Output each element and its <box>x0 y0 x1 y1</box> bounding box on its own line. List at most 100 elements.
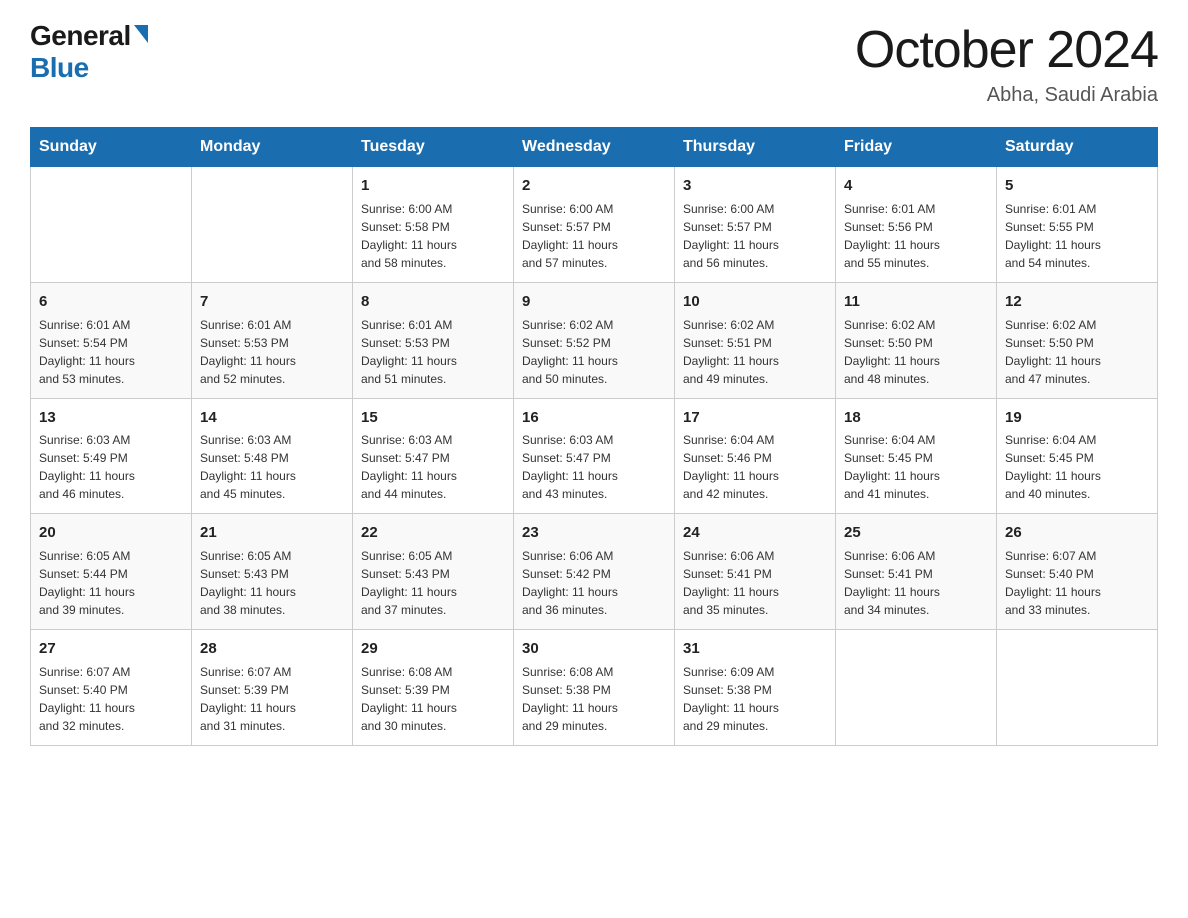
day-number: 23 <box>522 522 666 544</box>
calendar-week-row: 27Sunrise: 6:07 AM Sunset: 5:40 PM Dayli… <box>31 630 1158 746</box>
day-number: 26 <box>1005 522 1149 544</box>
day-info: Sunrise: 6:02 AM Sunset: 5:52 PM Dayligh… <box>522 316 666 388</box>
calendar-cell: 14Sunrise: 6:03 AM Sunset: 5:48 PM Dayli… <box>192 398 353 514</box>
day-info: Sunrise: 6:02 AM Sunset: 5:50 PM Dayligh… <box>1005 316 1149 388</box>
day-number: 6 <box>39 291 183 313</box>
day-info: Sunrise: 6:03 AM Sunset: 5:47 PM Dayligh… <box>361 431 505 503</box>
day-number: 1 <box>361 175 505 197</box>
calendar-cell: 20 Sunrise: 6:05 AM Sunset: 5:44 PM Dayli… <box>31 514 192 630</box>
day-info: Sunrise: 6:04 AM Sunset: 5:45 PM Dayligh… <box>844 431 988 503</box>
calendar-cell: 16Sunrise: 6:03 AM Sunset: 5:47 PM Dayli… <box>514 398 675 514</box>
calendar-cell: 22 Sunrise: 6:05 AM Sunset: 5:43 PM Dayli… <box>353 514 514 630</box>
logo-triangle-icon <box>134 25 148 43</box>
title-section: October 2024 Abha, Saudi Arabia <box>855 20 1158 107</box>
day-number: 30 <box>522 638 666 660</box>
calendar-cell: 30 Sunrise: 6:08 AM Sunset: 5:38 PM Dayli… <box>514 630 675 746</box>
calendar-week-row: 1 Sunrise: 6:00 AM Sunset: 5:58 PM Daylig… <box>31 167 1158 283</box>
day-number: 9 <box>522 291 666 313</box>
day-number: 8 <box>361 291 505 313</box>
calendar-cell: 13Sunrise: 6:03 AM Sunset: 5:49 PM Dayli… <box>31 398 192 514</box>
day-info: Sunrise: 6:05 AM Sunset: 5:43 PM Dayligh… <box>200 547 344 619</box>
calendar-cell: 25Sunrise: 6:06 AM Sunset: 5:41 PM Dayli… <box>836 514 997 630</box>
day-number: 20 <box>39 522 183 544</box>
column-header-thursday: Thursday <box>675 128 836 167</box>
day-info: Sunrise: 6:01 AM Sunset: 5:53 PM Dayligh… <box>200 316 344 388</box>
day-info: Sunrise: 6:01 AM Sunset: 5:56 PM Dayligh… <box>844 200 988 272</box>
calendar-cell <box>192 167 353 283</box>
day-info: Sunrise: 6:01 AM Sunset: 5:54 PM Dayligh… <box>39 316 183 388</box>
day-number: 24 <box>683 522 827 544</box>
calendar-cell: 18Sunrise: 6:04 AM Sunset: 5:45 PM Dayli… <box>836 398 997 514</box>
day-number: 27 <box>39 638 183 660</box>
day-number: 17 <box>683 407 827 429</box>
day-number: 15 <box>361 407 505 429</box>
calendar-table: SundayMondayTuesdayWednesdayThursdayFrid… <box>30 127 1158 746</box>
day-info: Sunrise: 6:08 AM Sunset: 5:39 PM Dayligh… <box>361 663 505 735</box>
day-number: 11 <box>844 291 988 313</box>
day-info: Sunrise: 6:08 AM Sunset: 5:38 PM Dayligh… <box>522 663 666 735</box>
day-number: 18 <box>844 407 988 429</box>
column-header-friday: Friday <box>836 128 997 167</box>
page-header: General Blue October 2024 Abha, Saudi Ar… <box>30 20 1158 107</box>
calendar-cell: 23Sunrise: 6:06 AM Sunset: 5:42 PM Dayli… <box>514 514 675 630</box>
day-number: 5 <box>1005 175 1149 197</box>
day-info: Sunrise: 6:03 AM Sunset: 5:48 PM Dayligh… <box>200 431 344 503</box>
calendar-cell: 31Sunrise: 6:09 AM Sunset: 5:38 PM Dayli… <box>675 630 836 746</box>
calendar-cell: 19Sunrise: 6:04 AM Sunset: 5:45 PM Dayli… <box>997 398 1158 514</box>
day-info: Sunrise: 6:03 AM Sunset: 5:47 PM Dayligh… <box>522 431 666 503</box>
day-info: Sunrise: 6:03 AM Sunset: 5:49 PM Dayligh… <box>39 431 183 503</box>
calendar-cell: 27Sunrise: 6:07 AM Sunset: 5:40 PM Dayli… <box>31 630 192 746</box>
logo-general-text: General <box>30 20 131 52</box>
day-info: Sunrise: 6:00 AM Sunset: 5:57 PM Dayligh… <box>683 200 827 272</box>
calendar-cell: 15Sunrise: 6:03 AM Sunset: 5:47 PM Dayli… <box>353 398 514 514</box>
calendar-cell: 26 Sunrise: 6:07 AM Sunset: 5:40 PM Dayli… <box>997 514 1158 630</box>
calendar-cell: 9 Sunrise: 6:02 AM Sunset: 5:52 PM Daylig… <box>514 282 675 398</box>
calendar-cell: 11 Sunrise: 6:02 AM Sunset: 5:50 PM Dayli… <box>836 282 997 398</box>
calendar-cell: 6 Sunrise: 6:01 AM Sunset: 5:54 PM Daylig… <box>31 282 192 398</box>
calendar-cell: 24 Sunrise: 6:06 AM Sunset: 5:41 PM Dayli… <box>675 514 836 630</box>
calendar-cell <box>31 167 192 283</box>
logo-blue-text: Blue <box>30 52 89 84</box>
day-info: Sunrise: 6:05 AM Sunset: 5:43 PM Dayligh… <box>361 547 505 619</box>
day-number: 4 <box>844 175 988 197</box>
calendar-cell: 7 Sunrise: 6:01 AM Sunset: 5:53 PM Daylig… <box>192 282 353 398</box>
logo: General Blue <box>30 20 148 84</box>
day-info: Sunrise: 6:04 AM Sunset: 5:45 PM Dayligh… <box>1005 431 1149 503</box>
day-number: 7 <box>200 291 344 313</box>
calendar-cell: 12 Sunrise: 6:02 AM Sunset: 5:50 PM Dayli… <box>997 282 1158 398</box>
calendar-cell: 21 Sunrise: 6:05 AM Sunset: 5:43 PM Dayli… <box>192 514 353 630</box>
day-number: 14 <box>200 407 344 429</box>
calendar-cell: 17Sunrise: 6:04 AM Sunset: 5:46 PM Dayli… <box>675 398 836 514</box>
column-header-saturday: Saturday <box>997 128 1158 167</box>
column-header-tuesday: Tuesday <box>353 128 514 167</box>
calendar-header-row: SundayMondayTuesdayWednesdayThursdayFrid… <box>31 128 1158 167</box>
day-info: Sunrise: 6:07 AM Sunset: 5:40 PM Dayligh… <box>1005 547 1149 619</box>
calendar-week-row: 20 Sunrise: 6:05 AM Sunset: 5:44 PM Dayli… <box>31 514 1158 630</box>
column-header-sunday: Sunday <box>31 128 192 167</box>
day-number: 21 <box>200 522 344 544</box>
day-info: Sunrise: 6:02 AM Sunset: 5:50 PM Dayligh… <box>844 316 988 388</box>
month-title: October 2024 <box>855 20 1158 80</box>
day-number: 13 <box>39 407 183 429</box>
calendar-cell: 4 Sunrise: 6:01 AM Sunset: 5:56 PM Daylig… <box>836 167 997 283</box>
calendar-cell: 5Sunrise: 6:01 AM Sunset: 5:55 PM Daylig… <box>997 167 1158 283</box>
day-number: 12 <box>1005 291 1149 313</box>
day-info: Sunrise: 6:09 AM Sunset: 5:38 PM Dayligh… <box>683 663 827 735</box>
day-number: 2 <box>522 175 666 197</box>
day-info: Sunrise: 6:01 AM Sunset: 5:53 PM Dayligh… <box>361 316 505 388</box>
day-info: Sunrise: 6:00 AM Sunset: 5:58 PM Dayligh… <box>361 200 505 272</box>
calendar-cell: 8 Sunrise: 6:01 AM Sunset: 5:53 PM Daylig… <box>353 282 514 398</box>
column-header-monday: Monday <box>192 128 353 167</box>
calendar-cell <box>836 630 997 746</box>
calendar-week-row: 13Sunrise: 6:03 AM Sunset: 5:49 PM Dayli… <box>31 398 1158 514</box>
day-number: 28 <box>200 638 344 660</box>
day-info: Sunrise: 6:05 AM Sunset: 5:44 PM Dayligh… <box>39 547 183 619</box>
day-number: 19 <box>1005 407 1149 429</box>
day-info: Sunrise: 6:02 AM Sunset: 5:51 PM Dayligh… <box>683 316 827 388</box>
day-number: 22 <box>361 522 505 544</box>
calendar-cell: 1 Sunrise: 6:00 AM Sunset: 5:58 PM Daylig… <box>353 167 514 283</box>
day-info: Sunrise: 6:06 AM Sunset: 5:41 PM Dayligh… <box>683 547 827 619</box>
day-info: Sunrise: 6:00 AM Sunset: 5:57 PM Dayligh… <box>522 200 666 272</box>
day-number: 3 <box>683 175 827 197</box>
calendar-week-row: 6 Sunrise: 6:01 AM Sunset: 5:54 PM Daylig… <box>31 282 1158 398</box>
